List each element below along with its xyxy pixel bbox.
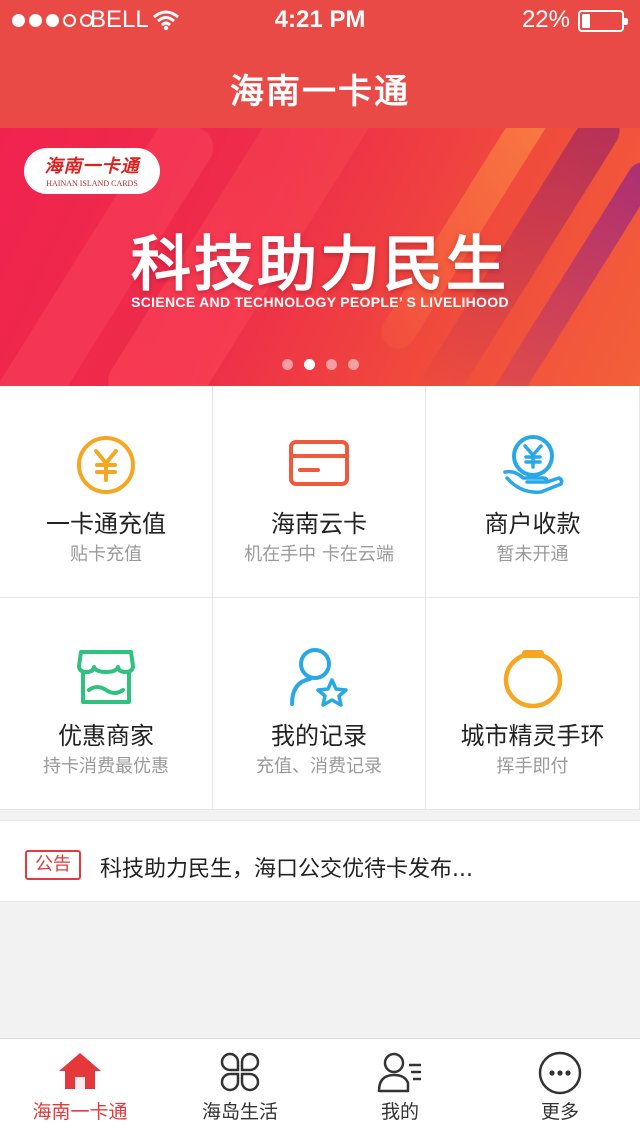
tab-more[interactable]: 更多 bbox=[480, 1039, 640, 1136]
store-icon bbox=[77, 650, 135, 704]
profile-icon bbox=[377, 1052, 421, 1093]
banner-slogan-en: SCIENCE AND TECHNOLOGY PEOPLE’ S LIVELIH… bbox=[131, 294, 509, 310]
service-label: 海南云卡 bbox=[271, 510, 367, 538]
pager-dot[interactable] bbox=[304, 359, 315, 370]
battery-icon bbox=[578, 10, 628, 32]
app-header: BELL 4:21 PM 22% 海南一卡通 bbox=[0, 0, 640, 128]
tab-island-life[interactable]: 海岛生活 bbox=[160, 1039, 320, 1136]
service-subtitle: 机在手中 卡在云端 bbox=[244, 544, 394, 565]
service-recharge[interactable]: 一卡通充值 贴卡充值 bbox=[0, 386, 213, 598]
service-merchant-payment[interactable]: 商户收款 暂未开通 bbox=[426, 386, 640, 598]
card-icon bbox=[289, 440, 349, 486]
banner-pager[interactable] bbox=[282, 359, 359, 370]
status-bar: BELL 4:21 PM 22% bbox=[0, 0, 640, 40]
service-subtitle: 暂未开通 bbox=[496, 544, 569, 565]
service-grid: 一卡通充值 贴卡充值 海南云卡 机在手中 卡在云端 商户收款 暂未开通 优惠商家… bbox=[0, 386, 640, 810]
pager-dot[interactable] bbox=[326, 359, 337, 370]
brand-logo: 海南一卡通 HAINAN ISLAND CARDS bbox=[24, 148, 160, 194]
service-subtitle: 挥手即付 bbox=[496, 756, 569, 777]
tab-label: 海南一卡通 bbox=[32, 1101, 128, 1123]
service-label: 一卡通充值 bbox=[46, 510, 166, 538]
promo-banner[interactable]: 海南一卡通 HAINAN ISLAND CARDS 科技助力民生 SCIENCE… bbox=[0, 128, 640, 386]
banner-slogan: 科技助力民生 bbox=[131, 230, 509, 300]
service-my-records[interactable]: 我的记录 充值、消费记录 bbox=[213, 598, 426, 810]
user-star-icon bbox=[290, 648, 348, 707]
service-label: 优惠商家 bbox=[58, 722, 154, 750]
service-label: 商户收款 bbox=[484, 510, 581, 538]
announcement-text[interactable]: 科技助力民生，海口公交优待卡发布... bbox=[100, 851, 473, 883]
battery-percent: 22% bbox=[521, 6, 570, 33]
service-subtitle: 持卡消费最优惠 bbox=[43, 756, 169, 777]
announcement-bar[interactable]: 公告 科技助力民生，海口公交优待卡发布... bbox=[0, 820, 640, 902]
service-smart-bracelet[interactable]: 城市精灵手环 挥手即付 bbox=[426, 598, 640, 810]
tab-label: 我的 bbox=[380, 1101, 419, 1123]
hand-coin-icon bbox=[502, 435, 563, 494]
tab-mine[interactable]: 我的 bbox=[320, 1039, 480, 1136]
announcement-tag: 公告 bbox=[25, 850, 81, 880]
pager-dot[interactable] bbox=[348, 359, 359, 370]
bracelet-icon bbox=[503, 650, 562, 708]
more-icon bbox=[538, 1051, 582, 1095]
page-title: 海南一卡通 bbox=[230, 72, 410, 112]
tab-label: 海岛生活 bbox=[201, 1101, 278, 1123]
service-discount-merchants[interactable]: 优惠商家 持卡消费最优惠 bbox=[0, 598, 213, 810]
home-icon bbox=[59, 1053, 101, 1089]
service-cloud-card[interactable]: 海南云卡 机在手中 卡在云端 bbox=[213, 386, 426, 598]
clover-icon bbox=[220, 1052, 260, 1092]
pager-dot[interactable] bbox=[282, 359, 293, 370]
yuan-coin-icon bbox=[77, 436, 135, 494]
tab-home[interactable]: 海南一卡通 bbox=[0, 1039, 160, 1136]
service-label: 城市精灵手环 bbox=[460, 722, 605, 750]
tab-label: 更多 bbox=[540, 1101, 579, 1123]
service-subtitle: 贴卡充值 bbox=[70, 544, 142, 565]
service-label: 我的记录 bbox=[271, 722, 367, 750]
bottom-tab-bar: 海南一卡通 海岛生活 我的 更多 bbox=[0, 1038, 640, 1136]
service-subtitle: 充值、消费记录 bbox=[256, 756, 382, 777]
